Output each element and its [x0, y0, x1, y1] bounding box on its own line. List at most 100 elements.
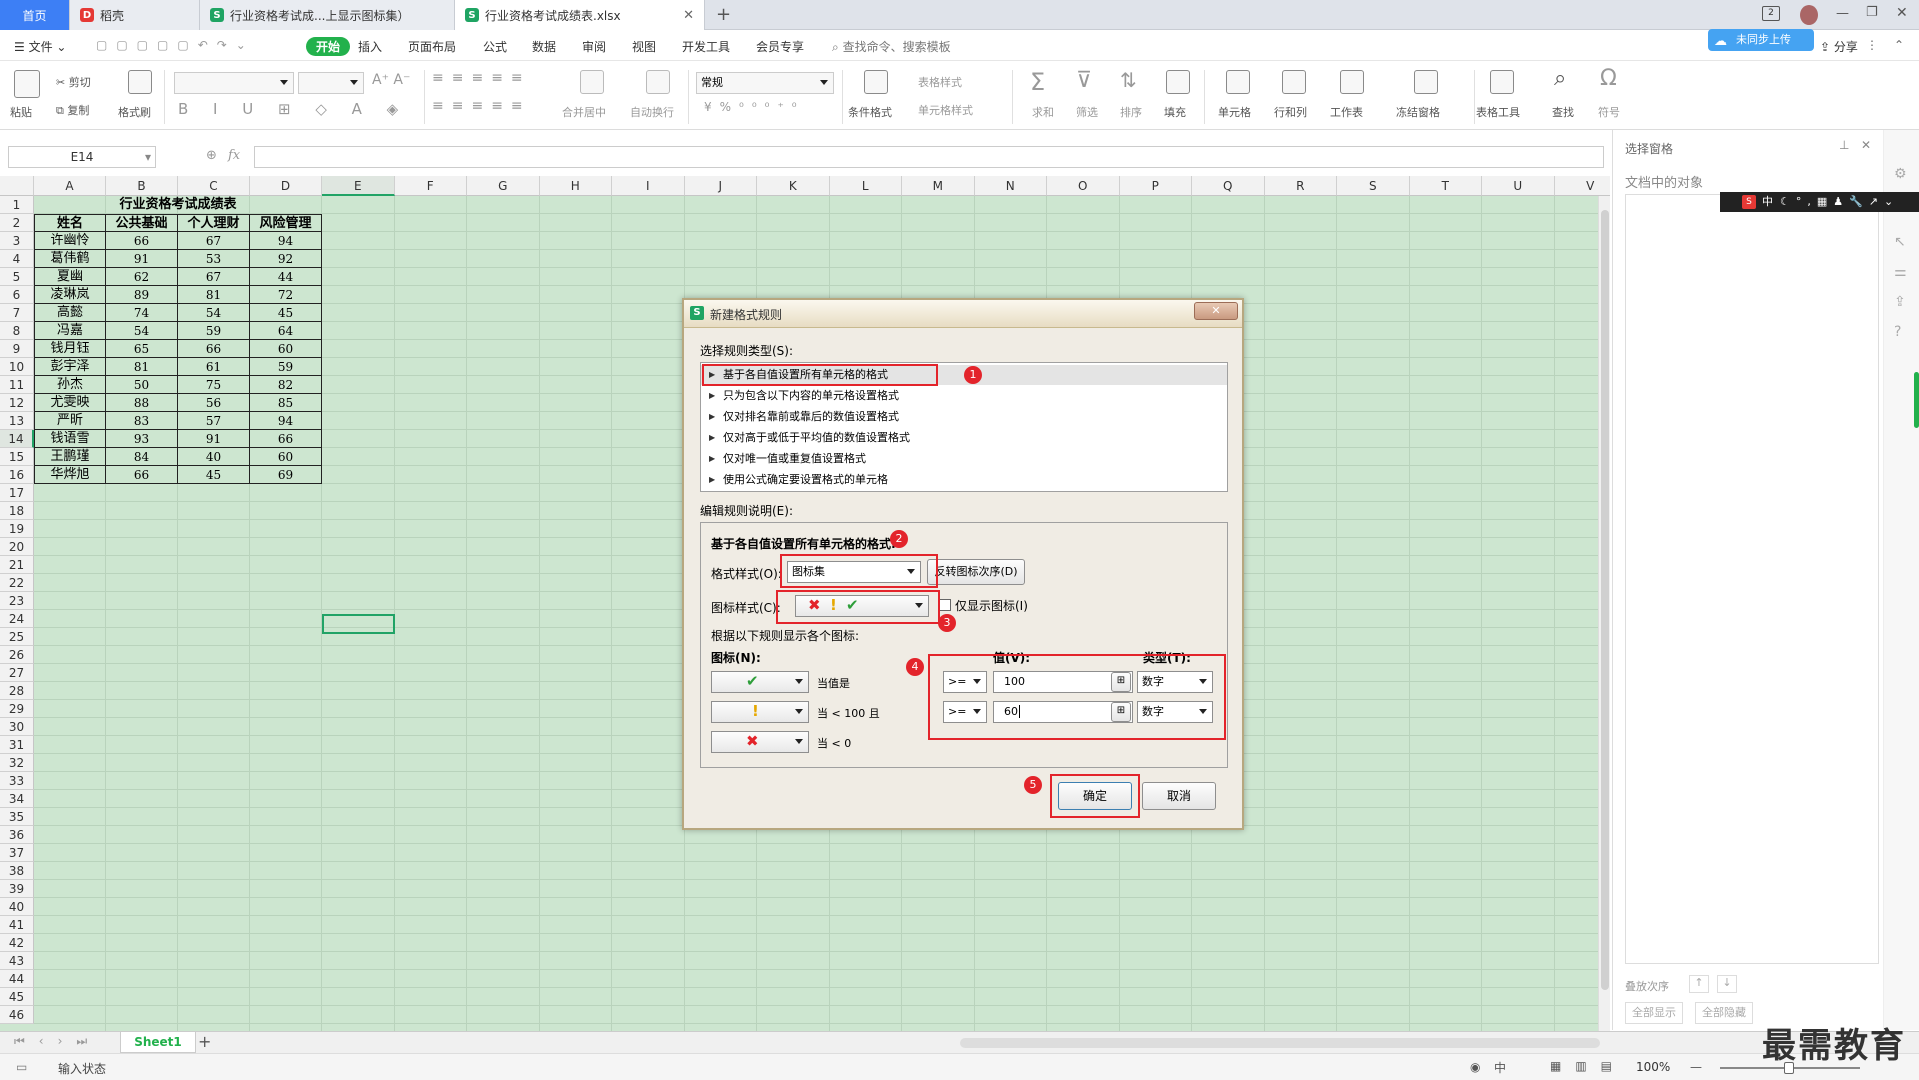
table-cell[interactable]: 84 [106, 448, 178, 466]
icon-select-2[interactable]: ! [711, 701, 809, 723]
table-cell[interactable]: 72 [250, 286, 322, 304]
font-style-buttons[interactable]: B I U ⊞ ◇ A ◈ [178, 100, 408, 118]
sum-icon[interactable]: Σ [1030, 68, 1045, 96]
menu-member[interactable]: 会员专享 [756, 38, 804, 55]
column-header-T[interactable]: T [1409, 176, 1482, 196]
conditional-format-button[interactable]: 条件格式 [848, 104, 892, 120]
format-painter-button[interactable]: 格式刷 [118, 104, 151, 120]
close-window-icon[interactable]: ✕ [1896, 5, 1908, 21]
column-header-H[interactable]: H [539, 176, 612, 196]
table-cell[interactable]: 62 [106, 268, 178, 286]
row-header-4[interactable]: 4 [0, 250, 34, 268]
macro-icon[interactable]: ▭ [16, 1060, 27, 1074]
row-header-30[interactable]: 30 [0, 718, 34, 736]
table-cell[interactable]: 81 [106, 358, 178, 376]
row-header-19[interactable]: 19 [0, 520, 34, 538]
sheet-icon[interactable] [1340, 70, 1364, 94]
row-header-18[interactable]: 18 [0, 502, 34, 520]
row-header-31[interactable]: 31 [0, 736, 34, 754]
table-cell[interactable]: 66 [178, 340, 250, 358]
table-cell[interactable]: 凌琳岚 [34, 286, 106, 304]
fill-button[interactable]: 填充 [1164, 104, 1186, 120]
row-header-21[interactable]: 21 [0, 556, 34, 574]
row-header-6[interactable]: 6 [0, 286, 34, 304]
font-size-adjust[interactable]: A⁺ A⁻ [372, 72, 410, 88]
new-tab-button[interactable]: + [716, 4, 731, 25]
eye-icon[interactable]: ◉ [1470, 1060, 1480, 1074]
table-cell[interactable]: 66 [106, 232, 178, 250]
row-header-42[interactable]: 42 [0, 934, 34, 952]
table-cell[interactable]: 92 [250, 250, 322, 268]
table-cell[interactable]: 华烨旭 [34, 466, 106, 484]
sliders-icon[interactable]: ⚌ [1894, 264, 1907, 280]
row-header-26[interactable]: 26 [0, 646, 34, 664]
column-header-R[interactable]: R [1264, 176, 1337, 196]
zoom-slider[interactable] [1720, 1062, 1860, 1074]
table-cell[interactable]: 王鹏瑾 [34, 448, 106, 466]
cell-button[interactable]: 单元格 [1218, 104, 1251, 120]
rule-type-item[interactable]: ▶ 仅对排名靠前或靠后的数值设置格式 [701, 407, 1227, 427]
sheet-nav-buttons[interactable]: ⏮‹›⏭ [14, 1034, 101, 1049]
table-cell[interactable]: 钱月钰 [34, 340, 106, 358]
column-header-G[interactable]: G [467, 176, 540, 196]
table-cell[interactable]: 57 [178, 412, 250, 430]
row-header-33[interactable]: 33 [0, 772, 34, 790]
close-tab-icon[interactable]: ✕ [683, 8, 694, 23]
merge-center-button[interactable]: 合并居中 [562, 104, 606, 120]
table-cell[interactable]: 56 [178, 394, 250, 412]
number-buttons[interactable]: ¥%⁰⁰⁰⁺⁰ [704, 100, 805, 114]
menu-start[interactable]: 开始 [306, 37, 351, 56]
table-cell[interactable]: 高懿 [34, 304, 106, 322]
table-cell[interactable]: 54 [178, 304, 250, 322]
column-header-L[interactable]: L [829, 176, 902, 196]
sum-button[interactable]: 求和 [1032, 104, 1054, 120]
table-cell[interactable]: 85 [250, 394, 322, 412]
row-header-3[interactable]: 3 [0, 232, 34, 250]
copy-button[interactable]: ⧉ 复制 [56, 102, 89, 118]
filter-button[interactable]: 筛选 [1076, 104, 1098, 120]
freeze-icon[interactable] [1414, 70, 1438, 94]
more-icon[interactable]: ⋮ [1866, 38, 1878, 52]
row-header-2[interactable]: 2 [0, 214, 34, 232]
find-button[interactable]: 查找 [1552, 104, 1574, 120]
row-header-9[interactable]: 9 [0, 340, 34, 358]
table-cell[interactable]: 冯嘉 [34, 322, 106, 340]
sort-button[interactable]: 排序 [1120, 104, 1142, 120]
cloud-sync-button[interactable]: ☁ 未同步上传 [1708, 29, 1814, 51]
row-header-12[interactable]: 12 [0, 394, 34, 412]
table-cell[interactable]: 67 [178, 232, 250, 250]
row-header-27[interactable]: 27 [0, 664, 34, 682]
wrap-icon[interactable] [646, 70, 670, 94]
row-header-10[interactable]: 10 [0, 358, 34, 376]
column-header-K[interactable]: K [757, 176, 830, 196]
row-header-44[interactable]: 44 [0, 970, 34, 988]
table-header-cell[interactable]: 风险管理 [250, 214, 322, 232]
cell-style-button[interactable]: 单元格样式 [918, 102, 973, 118]
minimize-icon[interactable]: — [1836, 6, 1849, 21]
row-header-16[interactable]: 16 [0, 466, 34, 484]
selected-cell-e14[interactable] [322, 614, 395, 634]
cursor-icon[interactable]: ↖ [1894, 234, 1906, 250]
table-header-cell[interactable]: 姓名 [34, 214, 106, 232]
menu-dev-tools[interactable]: 开发工具 [682, 38, 730, 55]
tab-file1[interactable]: S 行业资格考试成...上显示图标集） [200, 0, 455, 30]
settings-icon[interactable]: ⚙ [1894, 166, 1907, 182]
table-cell[interactable]: 44 [250, 268, 322, 286]
align-buttons[interactable]: ≡≡≡≡≡ [432, 70, 531, 86]
table-cell[interactable]: 89 [106, 286, 178, 304]
table-cell[interactable]: 67 [178, 268, 250, 286]
row-header-11[interactable]: 11 [0, 376, 34, 394]
row-header-37[interactable]: 37 [0, 844, 34, 862]
table-cell[interactable]: 45 [250, 304, 322, 322]
row-header-32[interactable]: 32 [0, 754, 34, 772]
zoom-out-icon[interactable]: — [1690, 1060, 1702, 1074]
table-cell[interactable]: 88 [106, 394, 178, 412]
table-cell[interactable]: 钱语雪 [34, 430, 106, 448]
row-header-1[interactable]: 1 [0, 196, 34, 214]
menu-review[interactable]: 审阅 [582, 38, 606, 55]
table-header-cell[interactable]: 个人理财 [178, 214, 250, 232]
table-cell[interactable]: 66 [106, 466, 178, 484]
row-header-15[interactable]: 15 [0, 448, 34, 466]
row-header-5[interactable]: 5 [0, 268, 34, 286]
show-icon-only-checkbox[interactable] [939, 599, 951, 611]
